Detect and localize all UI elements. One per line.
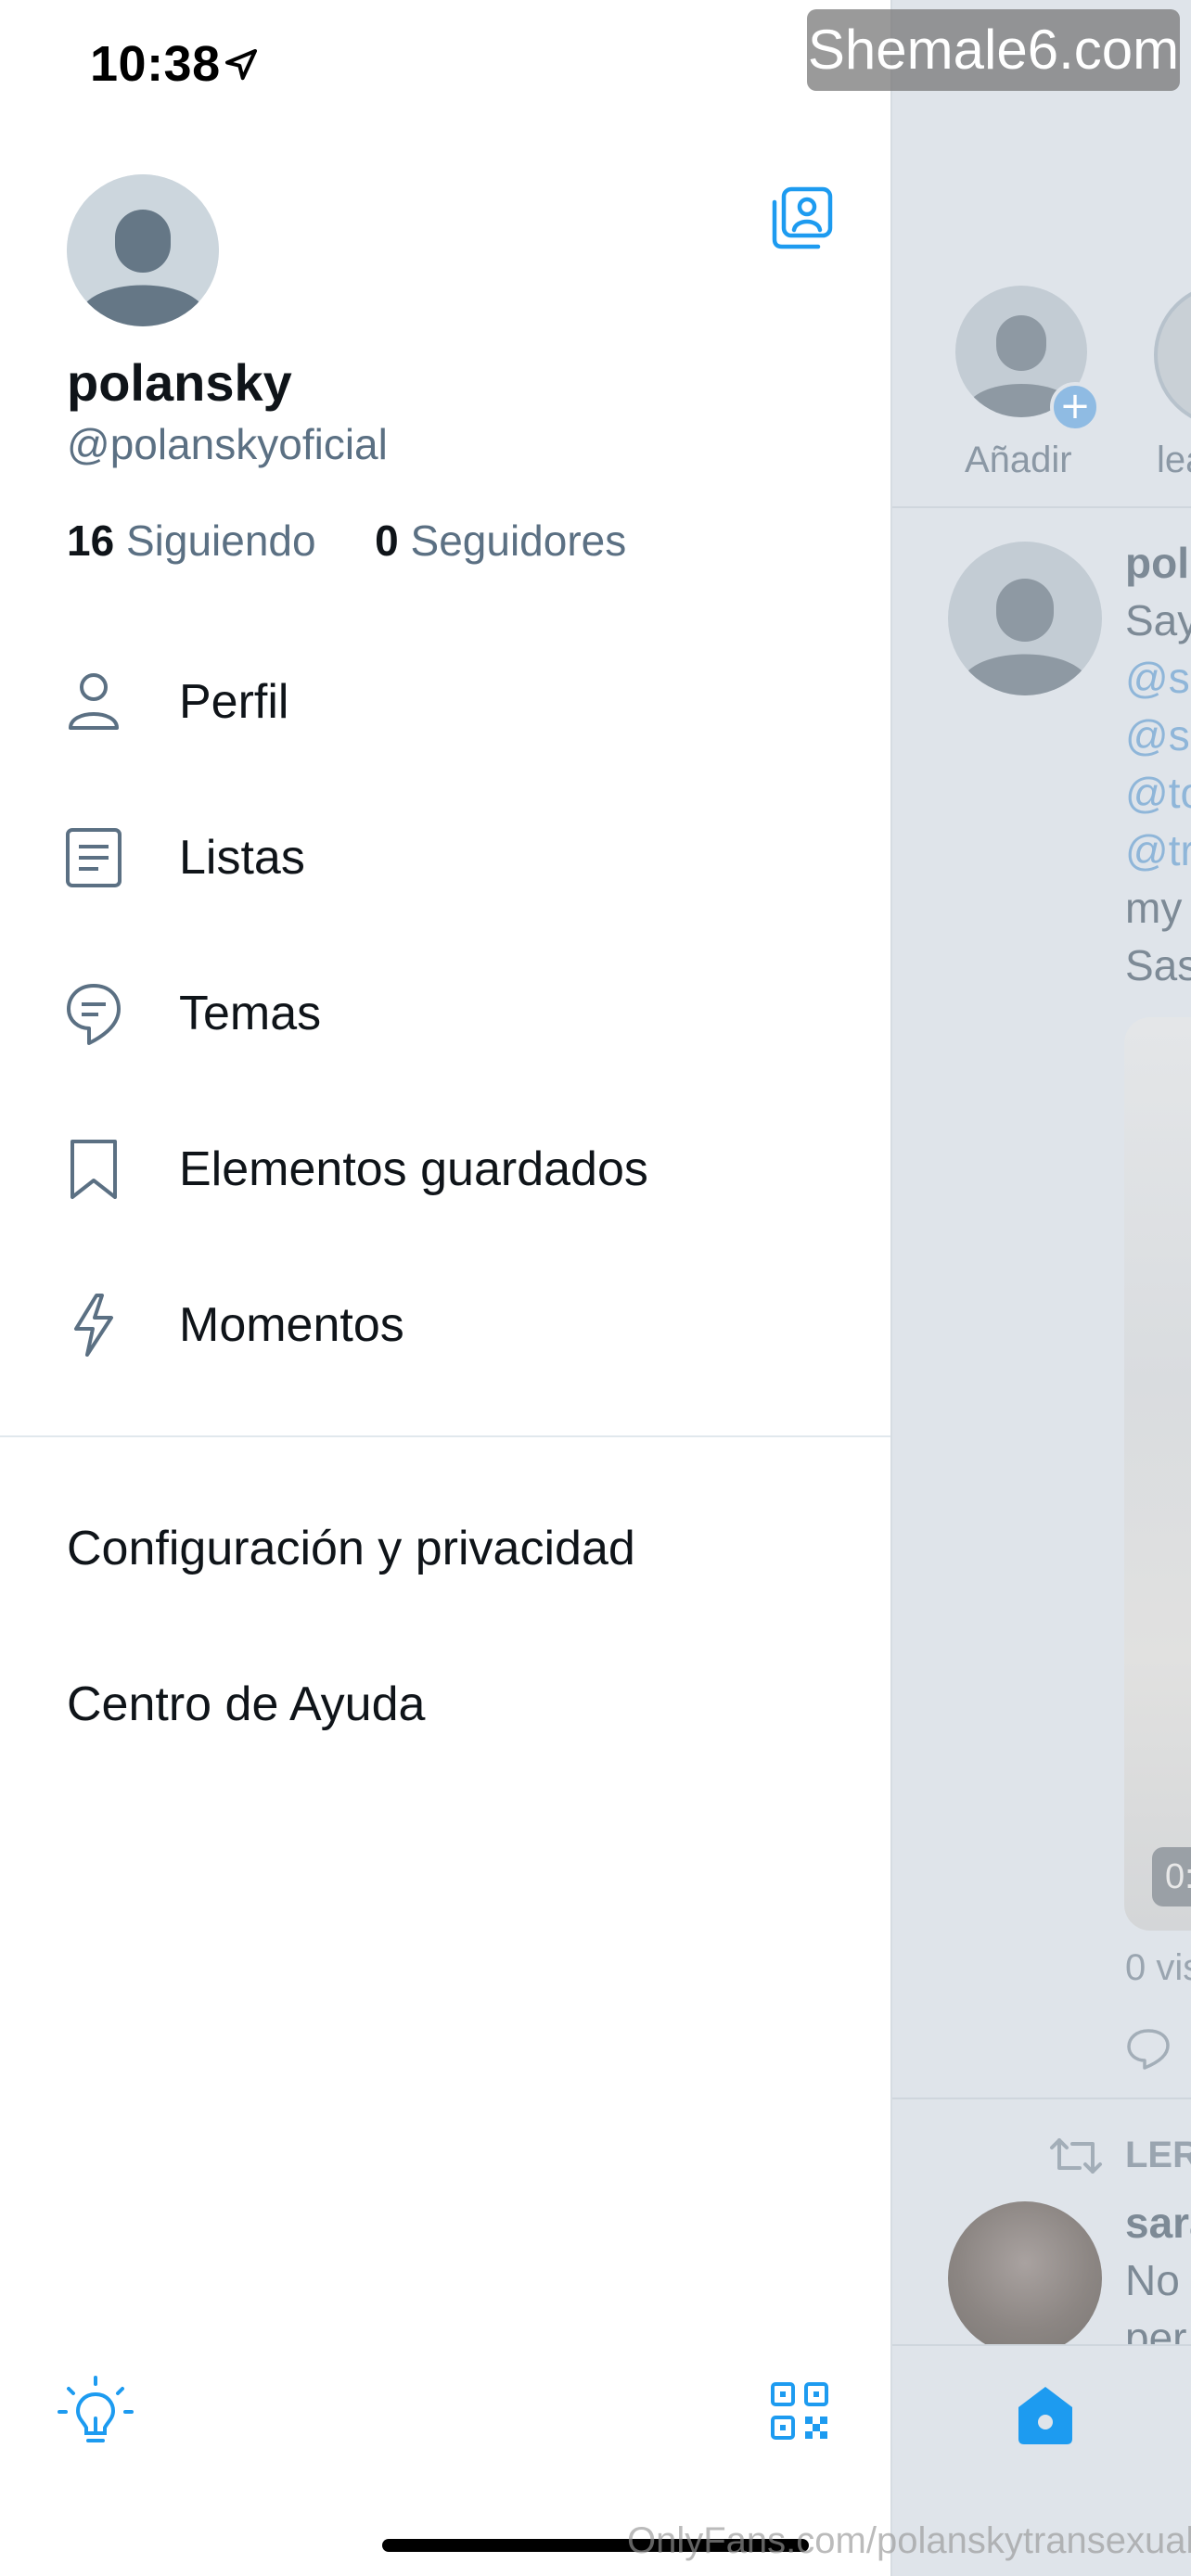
tweet-mention-link[interactable]: @sl	[1125, 710, 1191, 760]
list-icon	[66, 828, 122, 887]
avatar-placeholder-icon	[961, 579, 1089, 695]
fleet-add-label: Añadir	[965, 440, 1072, 480]
topics-icon	[67, 984, 121, 1045]
menu-label-bookmarks: Elementos guardados	[179, 1142, 648, 1196]
following-link[interactable]: 16 Siguiendo	[67, 516, 327, 565]
retweet-icon	[1050, 2138, 1102, 2174]
following-label: Siguiendo	[125, 516, 316, 565]
following-count: 16	[67, 516, 115, 565]
tweet-author-name: sara	[1125, 2199, 1191, 2247]
fleet-label: lea	[1157, 440, 1191, 480]
followers-label: Seguidores	[410, 516, 627, 565]
menu-item-profile[interactable]: Perfil	[0, 632, 890, 772]
tweet-avatar[interactable]	[948, 542, 1102, 695]
avatar-placeholder-icon	[67, 174, 219, 326]
status-time: 10:38	[90, 36, 221, 92]
watermark-top: Shemale6.com	[807, 9, 1180, 91]
tweet-mention-link[interactable]: @sl	[1125, 653, 1191, 703]
timeline-overlay[interactable]: + Añadir lea pol Say @sl @sl @to @tr my …	[890, 0, 1191, 2576]
retweet-label: LER	[1125, 2135, 1191, 2175]
tweet-mention-link[interactable]: @to	[1125, 768, 1191, 818]
watermark-bottom: OnlyFans.com/polanskytransexual	[627, 2520, 1191, 2561]
tweet-text-line: Say	[1125, 596, 1191, 644]
fleet-add-plus-icon[interactable]: +	[1050, 382, 1100, 432]
tweet-author-name: pol	[1125, 539, 1189, 587]
bookmark-icon	[70, 1140, 117, 1199]
timeline-divider	[892, 506, 1191, 508]
reply-icon[interactable]	[1125, 2025, 1172, 2072]
person-icon	[69, 673, 119, 730]
menu-divider	[0, 1435, 890, 1437]
side-drawer: 10:38 polansky @polanskyoficial 16 Sigui…	[0, 0, 890, 2576]
menu-label-moments: Momentos	[179, 1298, 404, 1352]
tweet-mention-link[interactable]: @tr	[1125, 825, 1191, 875]
menu-item-bookmarks[interactable]: Elementos guardados	[0, 1100, 890, 1239]
menu-item-moments[interactable]: Momentos	[0, 1256, 890, 1395]
tweet-avatar[interactable]	[948, 2201, 1102, 2355]
user-handle: @polanskyoficial	[67, 420, 388, 468]
fleet-avatar[interactable]	[1154, 283, 1191, 427]
video-duration-badge: 0:	[1152, 1847, 1191, 1906]
follow-counts: 16 Siguiendo 0 Seguidores	[67, 516, 626, 566]
switch-accounts-icon[interactable]	[770, 185, 835, 250]
tweet-text-line: my	[1125, 884, 1183, 932]
tweet-text-line: Sas	[1125, 941, 1191, 989]
qr-code-icon[interactable]	[770, 2381, 829, 2441]
lightning-icon	[74, 1294, 113, 1357]
settings-privacy-link[interactable]: Configuración y privacidad	[67, 1521, 635, 1576]
followers-count: 0	[375, 516, 399, 565]
menu-label-lists: Listas	[179, 831, 305, 885]
display-name[interactable]: polansky	[67, 352, 292, 413]
help-center-link[interactable]: Centro de Ayuda	[67, 1677, 425, 1732]
tweet-media[interactable]	[1124, 1017, 1191, 1931]
menu-item-topics[interactable]: Temas	[0, 944, 890, 1083]
menu-label-profile: Perfil	[179, 675, 289, 729]
menu-item-lists[interactable]: Listas	[0, 788, 890, 927]
tweet-text-line: No	[1125, 2256, 1180, 2304]
home-icon[interactable]	[1013, 2383, 1078, 2448]
profile-avatar[interactable]	[67, 174, 219, 326]
followers-link[interactable]: 0 Seguidores	[375, 516, 626, 565]
timeline-divider	[892, 2098, 1191, 2099]
tweet-view-count: 0 vis	[1125, 1947, 1191, 1988]
menu-label-topics: Temas	[179, 987, 322, 1040]
location-arrow-icon	[225, 49, 257, 81]
lightbulb-icon[interactable]	[58, 2374, 134, 2450]
